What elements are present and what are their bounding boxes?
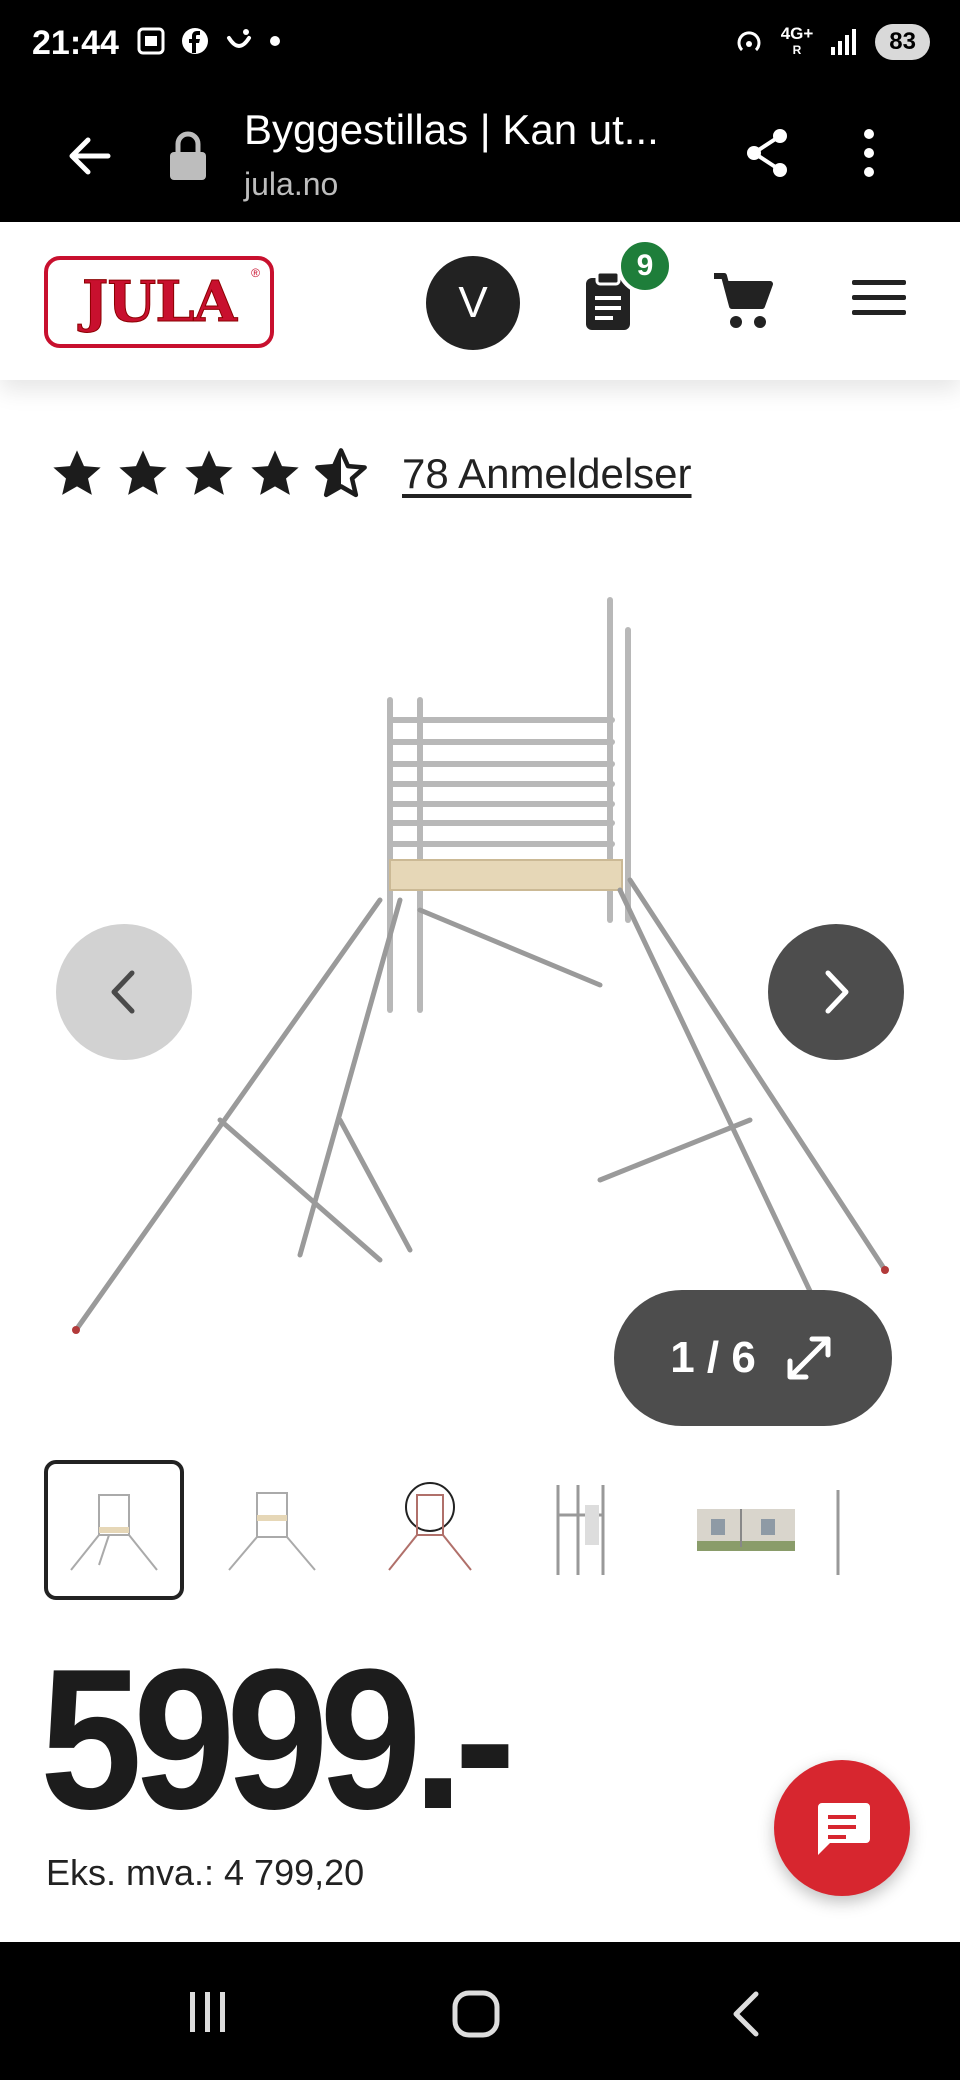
gallery-counter[interactable]: 1 / 6 bbox=[614, 1290, 892, 1426]
thumbnail-image bbox=[697, 1509, 795, 1551]
status-bar: 21:44 4G+ R 83 bbox=[0, 0, 960, 90]
thumbnail-6[interactable] bbox=[834, 1460, 880, 1600]
status-right: 4G+ R 83 bbox=[733, 24, 930, 60]
registered-mark: ® bbox=[251, 266, 260, 280]
star-icon bbox=[119, 450, 167, 495]
recents-icon[interactable] bbox=[186, 1990, 230, 2034]
lock-icon[interactable] bbox=[166, 128, 210, 184]
star-icon bbox=[53, 450, 101, 495]
cart-icon[interactable] bbox=[712, 272, 774, 332]
more-vertical-icon[interactable] bbox=[852, 126, 886, 180]
chat-icon bbox=[818, 1803, 870, 1855]
screenshot-icon bbox=[137, 27, 165, 55]
thumbnail-1[interactable] bbox=[44, 1460, 184, 1600]
signal-icon bbox=[831, 29, 857, 55]
chat-button[interactable] bbox=[774, 1760, 910, 1896]
star-icon bbox=[251, 450, 299, 495]
hamburger-menu-icon[interactable] bbox=[852, 278, 906, 318]
expand-icon bbox=[787, 1336, 831, 1380]
thumbnail-5[interactable] bbox=[676, 1460, 816, 1600]
network-sub-label: R bbox=[792, 43, 802, 57]
page-url[interactable]: jula.no bbox=[244, 166, 338, 203]
gallery-counter-text: 1 / 6 bbox=[670, 1333, 756, 1382]
reviews-link[interactable]: 78 Anmeldelser bbox=[402, 450, 692, 498]
product-rating[interactable]: 78 Anmeldelser bbox=[50, 448, 692, 500]
thumbnail-image bbox=[556, 1485, 605, 1575]
price-ex-vat: Eks. mva.: 4 799,20 bbox=[46, 1852, 365, 1893]
site-header: JULA ® V 9 bbox=[0, 222, 960, 380]
browser-toolbar: Byggestillas | Kan ut... jula.no bbox=[0, 90, 960, 222]
logo-text: JULA bbox=[81, 269, 237, 336]
hotspot-icon bbox=[737, 31, 761, 52]
smile-icon bbox=[227, 29, 251, 48]
battery-level: 83 bbox=[875, 24, 930, 60]
facebook-icon bbox=[182, 28, 208, 54]
network-label: 4G+ bbox=[780, 24, 814, 43]
system-nav-bar bbox=[0, 1942, 960, 2080]
back-icon[interactable] bbox=[728, 1990, 764, 2038]
thumbnail-4[interactable] bbox=[518, 1460, 658, 1600]
thumbnail-strip bbox=[42, 1460, 922, 1602]
half-star-icon bbox=[315, 448, 367, 498]
product-price: 5999.- bbox=[40, 1628, 516, 1851]
chevron-right-icon bbox=[825, 970, 849, 1014]
gallery-prev-button[interactable] bbox=[56, 924, 192, 1060]
status-time: 21:44 bbox=[32, 24, 119, 62]
thumbnail-3[interactable] bbox=[360, 1460, 500, 1600]
star-icon bbox=[185, 450, 233, 495]
share-icon[interactable] bbox=[742, 126, 792, 180]
gallery-next-button[interactable] bbox=[768, 924, 904, 1060]
thumbnail-image bbox=[836, 1490, 840, 1575]
thumbnail-image bbox=[388, 1482, 472, 1571]
thumbnail-image bbox=[228, 1492, 316, 1571]
network-type: 4G+ R bbox=[780, 24, 814, 58]
thumbnail-image bbox=[70, 1494, 158, 1571]
user-avatar[interactable]: V bbox=[426, 256, 520, 350]
jula-logo[interactable]: JULA ® bbox=[44, 256, 274, 348]
chevron-left-icon bbox=[111, 970, 135, 1014]
page-title[interactable]: Byggestillas | Kan ut... bbox=[244, 106, 714, 154]
notification-icons bbox=[136, 26, 282, 56]
thumbnail-2[interactable] bbox=[202, 1460, 342, 1600]
home-icon[interactable] bbox=[452, 1990, 500, 2038]
lists-count-badge: 9 bbox=[617, 238, 673, 294]
back-arrow-icon[interactable] bbox=[64, 130, 116, 182]
dot-icon bbox=[270, 36, 280, 46]
